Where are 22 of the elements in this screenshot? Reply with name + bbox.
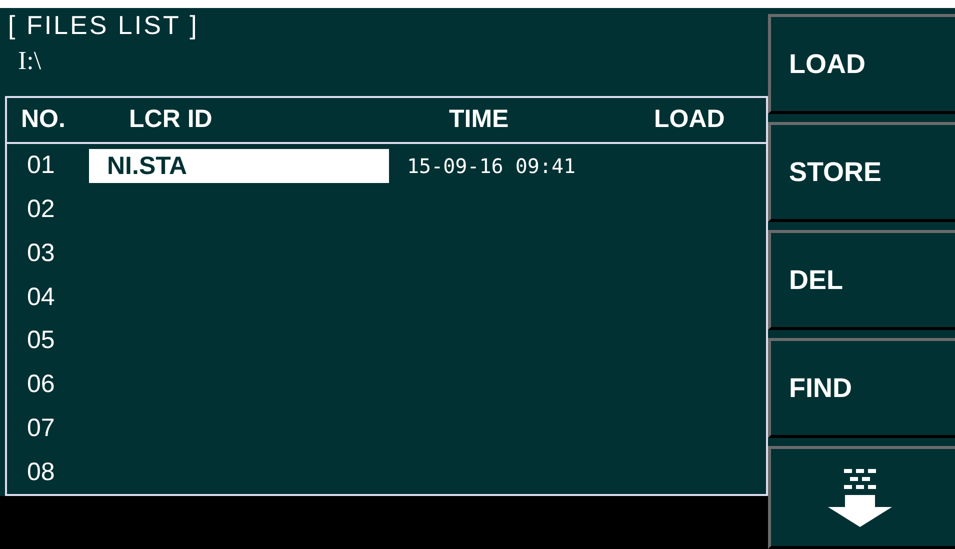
softkey-button[interactable]: DEL (768, 230, 955, 330)
row-number: 01 (26, 151, 56, 180)
page-down-icon (828, 468, 892, 526)
selected-file-cell[interactable]: NI.STA (89, 148, 389, 183)
row-number: 08 (26, 458, 56, 487)
screen-title: [ FILES LIST ] (7, 9, 200, 42)
page-down-button[interactable] (768, 446, 955, 549)
directory-path: I:\ (17, 46, 42, 77)
row-number: 04 (26, 282, 56, 312)
column-header: LCR ID (128, 105, 214, 134)
softkey-button[interactable]: FIND (768, 338, 955, 438)
softkey-button[interactable]: LOAD (768, 14, 955, 114)
column-header: NO. (20, 105, 66, 134)
row-number: 05 (26, 326, 56, 356)
softkey-button[interactable]: STORE (768, 122, 955, 222)
row-number: 06 (26, 370, 56, 400)
column-header: LOAD (653, 105, 725, 134)
file-time: 15-09-16 09:41 (406, 154, 577, 178)
row-number: 03 (26, 238, 56, 268)
column-header: TIME (448, 105, 510, 134)
row-number: 07 (26, 414, 56, 443)
row-number: 02 (26, 194, 56, 224)
